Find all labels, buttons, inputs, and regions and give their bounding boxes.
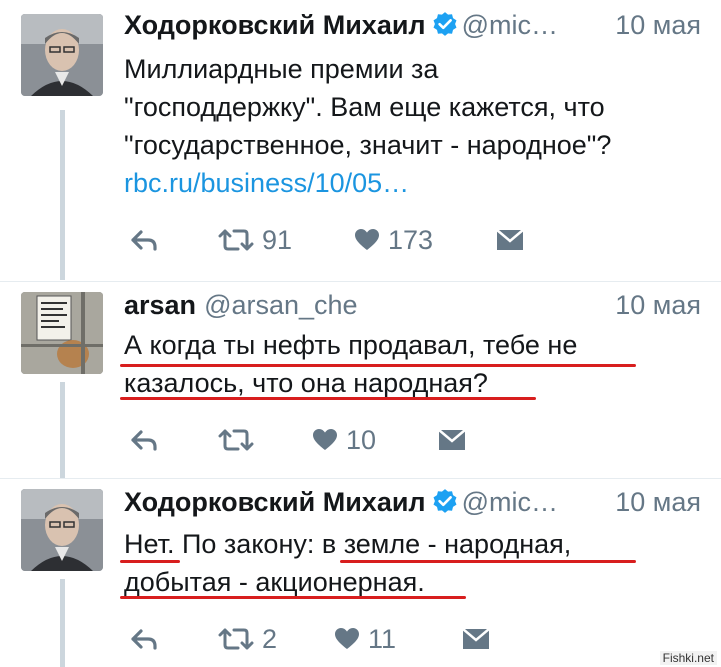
red-underline	[120, 364, 636, 367]
tweet-date[interactable]: 10 мая	[615, 487, 701, 518]
tweet-1: Ходорковский Михаил @mic… 10 мая Миллиард…	[0, 0, 721, 280]
verified-icon	[432, 488, 458, 519]
tweet-2: arsan @arsan_che 10 мая А когда ты нефть …	[0, 282, 721, 478]
tweet-date[interactable]: 10 мая	[615, 290, 701, 321]
avatar[interactable]	[21, 14, 103, 96]
like-button[interactable]: 11	[334, 621, 396, 657]
text-line: Миллиардные премии за	[124, 54, 439, 84]
red-underline	[340, 560, 636, 563]
red-underline	[120, 397, 536, 400]
author-handle[interactable]: @mic…	[462, 487, 558, 517]
text-line: Нет. По закону: в земле - народная,	[124, 529, 572, 559]
red-underline	[120, 560, 180, 563]
retweet-icon	[218, 228, 254, 252]
author-name[interactable]: Ходорковский Михаил	[124, 487, 426, 517]
text-line: А когда ты нефть продавал, тебе не	[124, 330, 578, 360]
message-icon	[462, 628, 490, 650]
retweet-count: 2	[262, 623, 278, 654]
like-button[interactable]: 173	[354, 222, 433, 258]
message-button[interactable]	[462, 621, 490, 657]
tweet-header: Ходорковский Михаил @mic… 10 мая	[124, 487, 701, 527]
retweet-button[interactable]: 91	[218, 222, 292, 258]
avatar[interactable]	[21, 489, 103, 571]
reply-button[interactable]	[130, 422, 158, 458]
message-button[interactable]	[438, 422, 466, 458]
red-underline	[120, 596, 466, 599]
message-icon	[496, 229, 524, 251]
reply-icon	[130, 228, 158, 252]
tweet-link[interactable]: rbc.ru/business/10/05…	[124, 164, 694, 202]
tweet-header: Ходорковский Михаил @mic… 10 мая	[124, 10, 701, 50]
tweet-actions: 2 11	[124, 621, 644, 657]
retweet-icon	[218, 627, 254, 651]
tweet-text: Нет. По закону: в земле - народная, добы…	[124, 525, 694, 601]
like-count: 11	[368, 623, 397, 654]
like-count: 10	[346, 424, 377, 455]
text-line: "господдержку". Вам еще кажется, что	[124, 92, 605, 122]
tweet-header: arsan @arsan_che 10 мая	[124, 290, 701, 330]
avatar[interactable]	[21, 292, 103, 374]
retweet-icon	[218, 428, 254, 452]
retweet-button[interactable]: 2	[218, 621, 277, 657]
author-handle[interactable]: @arsan_che	[204, 290, 358, 320]
reply-icon	[130, 627, 158, 651]
tweet-actions: 91 173	[124, 222, 644, 258]
thread-line	[60, 579, 65, 667]
author-name[interactable]: Ходорковский Михаил	[124, 10, 426, 40]
reply-button[interactable]	[130, 621, 158, 657]
heart-icon	[354, 228, 380, 252]
watermark: Fishki.net	[659, 651, 717, 665]
author-handle[interactable]: @mic…	[462, 10, 558, 40]
author-name[interactable]: arsan	[124, 290, 196, 320]
reply-button[interactable]	[130, 222, 158, 258]
reply-icon	[130, 428, 158, 452]
tweet-actions: 10	[124, 422, 644, 458]
like-button[interactable]: 10	[312, 422, 376, 458]
heart-icon	[334, 627, 360, 651]
message-button[interactable]	[496, 222, 524, 258]
heart-icon	[312, 428, 338, 452]
retweet-count: 91	[262, 224, 293, 255]
retweet-button[interactable]	[218, 422, 262, 458]
verified-icon	[432, 11, 458, 42]
tweet-text: Миллиардные премии за "господдержку". Ва…	[124, 50, 694, 202]
thread-line	[60, 110, 65, 280]
tweet-date[interactable]: 10 мая	[615, 10, 701, 41]
thread-line	[60, 382, 65, 478]
like-count: 173	[388, 224, 434, 255]
tweet-3: Ходорковский Михаил @mic… 10 мая Нет. По …	[0, 479, 721, 667]
message-icon	[438, 429, 466, 451]
text-line: "государственное, значит - народное"?	[124, 130, 612, 160]
